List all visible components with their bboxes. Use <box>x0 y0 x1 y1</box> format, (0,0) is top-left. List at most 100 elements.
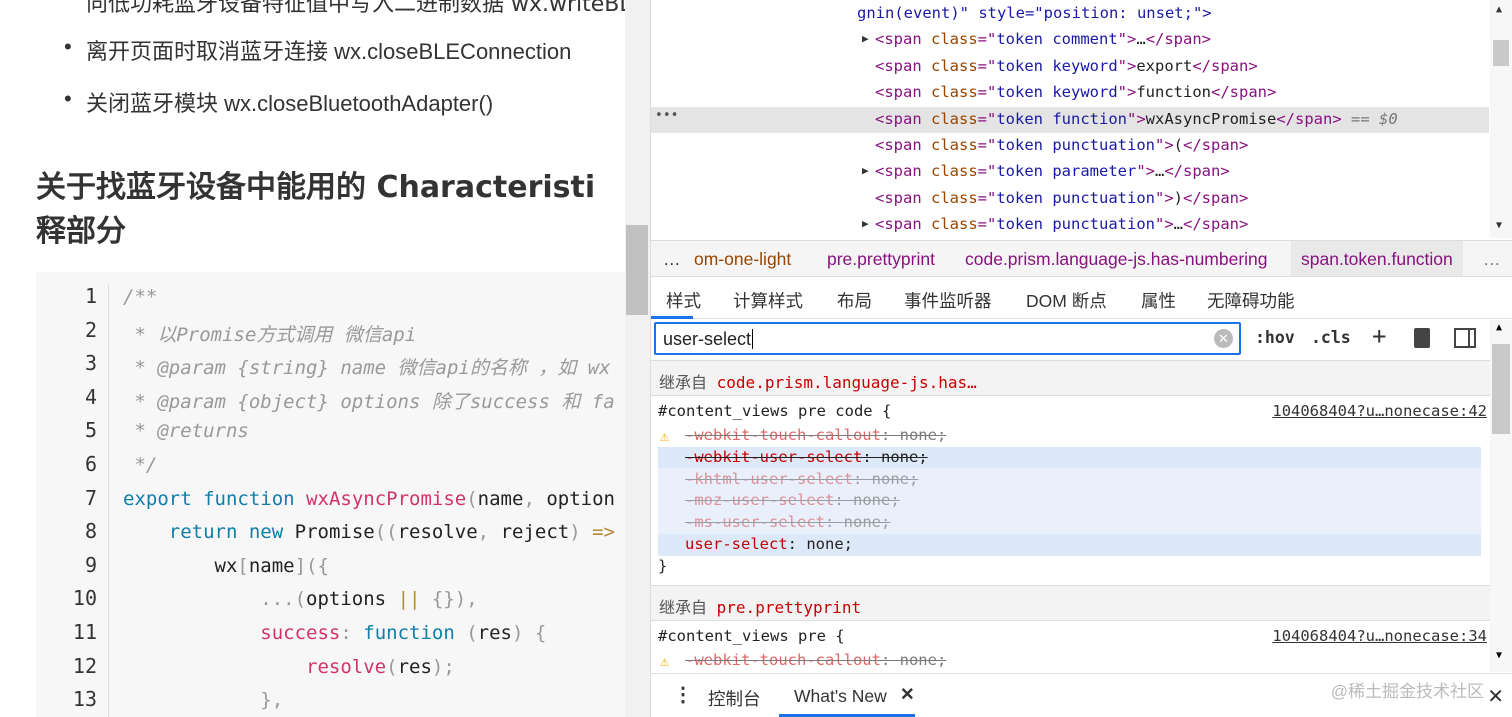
node-actions-icon[interactable]: ••• <box>655 108 678 123</box>
dom-node[interactable]: <span class="token function">wxAsyncProm… <box>875 110 1398 128</box>
drawer-tab-whats-new[interactable]: What's New <box>794 686 887 707</box>
code-line: resolve(res); <box>123 656 455 678</box>
property-line[interactable]: -ms-user-select: none; <box>685 513 890 531</box>
code-token: ]({ <box>294 554 329 577</box>
code-token: option <box>534 487 615 510</box>
code-token: reject <box>489 521 570 544</box>
property-line[interactable]: -webkit-touch-callout: none; <box>685 651 946 669</box>
elements-scrollbar[interactable]: ▲ ▼ <box>1490 0 1512 238</box>
styles-filter-input[interactable]: user-select ✕ <box>654 322 1241 355</box>
hov-toggle[interactable]: :hov <box>1255 328 1295 347</box>
expand-triangle-icon[interactable]: ▶ <box>862 32 869 45</box>
bullet-item: 关闭蓝牙模块 wx.closeBluetoothAdapter() <box>64 86 493 118</box>
page-scrollbar-thumb[interactable] <box>626 225 648 315</box>
styles-scrollbar[interactable]: ▲ ▼ <box>1490 320 1512 672</box>
rule-source-link[interactable]: 104068404?u…nonecase:34 <box>1272 627 1487 645</box>
property-line[interactable]: user-select: none; <box>685 535 853 553</box>
toggle-sidebar-icon[interactable] <box>1454 328 1476 348</box>
tab-dom-breakpoints[interactable]: DOM 断点 <box>1026 288 1107 313</box>
drawer-menu-icon[interactable]: ⋮ <box>673 682 693 707</box>
code-token: ); <box>431 655 455 678</box>
breadcrumb-overflow-left[interactable]: … <box>663 249 681 270</box>
code-token: */ <box>123 454 158 476</box>
article-text-cut: 向低功耗蓝牙设备特征值中写入二进制数据 wx.writeBLECharacter… <box>86 0 625 17</box>
dom-node[interactable]: ▶ <span class="token punctuation">…</span… <box>862 215 1248 233</box>
tab-computed[interactable]: 计算样式 <box>733 288 803 313</box>
breadcrumb-overflow-right[interactable]: … <box>1483 249 1501 270</box>
close-drawer-icon[interactable]: ✕ <box>1487 684 1504 709</box>
inherited-selector[interactable]: pre.prettyprint <box>717 598 862 617</box>
elements-scrollbar-thumb[interactable] <box>1493 40 1509 66</box>
paint-brush-icon[interactable] <box>1414 328 1430 348</box>
rule-selector[interactable]: #content_views pre code { <box>658 402 891 420</box>
code-token: ( <box>454 622 478 644</box>
code-token: name <box>477 487 524 510</box>
section-heading: 关于找蓝牙设备中能用的 Characteristi <box>36 170 596 205</box>
code-token: ( <box>386 655 398 678</box>
bullet-text: 关闭蓝牙模块 wx.closeBluetoothAdapter() <box>86 91 494 116</box>
dom-node[interactable]: gnin(event)" style="position: unset;"> <box>857 4 1212 22</box>
breadcrumb-item[interactable]: code.prism.language-js.has-numbering <box>965 249 1268 270</box>
page-scrollbar[interactable] <box>625 0 651 717</box>
code-line: * @param {string} name 微信api的名称 ，如 wx <box>123 353 611 380</box>
code-token: export <box>123 487 192 510</box>
new-style-rule-button[interactable]: + <box>1372 322 1386 350</box>
line-number: 2 <box>84 317 97 342</box>
code-token: success <box>260 622 341 644</box>
line-number: 7 <box>84 485 97 510</box>
styles-tabs: 样式 计算样式 布局 事件监听器 DOM 断点 属性 无障碍功能 <box>651 277 1512 319</box>
scroll-down-icon[interactable]: ▼ <box>1496 650 1502 661</box>
inherited-selector[interactable]: code.prism.language-js.has… <box>717 373 977 392</box>
tab-event-listeners[interactable]: 事件监听器 <box>904 288 992 313</box>
inherited-header: 继承自 pre.prettyprint <box>651 585 1491 621</box>
breadcrumb-item-selected[interactable]: span.token.function <box>1291 241 1463 276</box>
rule-selector[interactable]: #content_views pre { <box>658 627 845 645</box>
dom-node[interactable]: ▶ <span class="token comment">…</span> <box>862 30 1211 48</box>
tab-properties[interactable]: 属性 <box>1141 288 1176 313</box>
code-token: ( <box>466 487 478 510</box>
scroll-up-icon[interactable]: ▲ <box>1496 322 1502 333</box>
tab-styles[interactable]: 样式 <box>666 288 701 313</box>
scroll-up-icon[interactable]: ▲ <box>1496 4 1502 15</box>
cls-toggle[interactable]: .cls <box>1311 328 1351 347</box>
code-token: name <box>248 554 295 577</box>
code-token: resolve <box>306 655 387 678</box>
expand-triangle-icon[interactable]: ▶ <box>862 164 869 177</box>
dom-node[interactable]: <span class="token punctuation">(</span> <box>875 136 1248 154</box>
close-tab-icon[interactable]: ✕ <box>900 684 915 705</box>
code-token: /** <box>123 286 158 308</box>
filter-value: user-select <box>663 329 752 349</box>
dom-node[interactable]: <span class="token keyword">export</span… <box>875 57 1258 75</box>
code-line: success: function (res) { <box>123 622 546 644</box>
styles-scrollbar-thumb[interactable] <box>1492 344 1510 434</box>
property-line[interactable]: -webkit-user-select: none; <box>685 448 928 466</box>
code-token: || <box>397 588 421 611</box>
dom-node[interactable]: ▶ <span class="token parameter">…</span> <box>862 162 1230 180</box>
property-line[interactable]: -khtml-user-select: none; <box>685 470 918 488</box>
dom-node[interactable]: <span class="token keyword">function</sp… <box>875 83 1276 101</box>
code-token: * @param {string} name 微信api的名称 ，如 wx <box>123 357 611 380</box>
property-line[interactable]: -webkit-touch-callout: none; <box>685 426 946 444</box>
code-token: }, <box>123 689 284 712</box>
code-line: return new Promise((resolve, reject) => <box>123 521 615 543</box>
expand-triangle-icon[interactable]: ▶ <box>862 217 869 230</box>
code-token: { <box>523 622 547 644</box>
breadcrumb-item[interactable]: om-one-light <box>694 249 791 270</box>
tab-accessibility[interactable]: 无障碍功能 <box>1207 288 1295 313</box>
line-number: 1 <box>84 284 97 308</box>
breadcrumb-item[interactable]: pre.prettyprint <box>827 249 935 270</box>
property-line[interactable]: -moz-user-select: none; <box>685 491 900 509</box>
code-token: * @param {object} options 除了success 和 fa <box>123 390 615 413</box>
dom-node[interactable]: <span class="token punctuation">)</span> <box>875 189 1248 207</box>
code-token: res <box>397 655 432 678</box>
drawer-tab-console[interactable]: 控制台 <box>708 686 761 711</box>
rule-source-link[interactable]: 104068404?u…nonecase:42 <box>1272 402 1487 420</box>
code-line: ...(options || {}), <box>123 588 477 611</box>
code-token: resolve <box>397 521 478 544</box>
clear-filter-icon[interactable]: ✕ <box>1214 329 1233 348</box>
tab-layout[interactable]: 布局 <box>837 288 872 313</box>
scroll-down-icon[interactable]: ▼ <box>1496 220 1502 231</box>
